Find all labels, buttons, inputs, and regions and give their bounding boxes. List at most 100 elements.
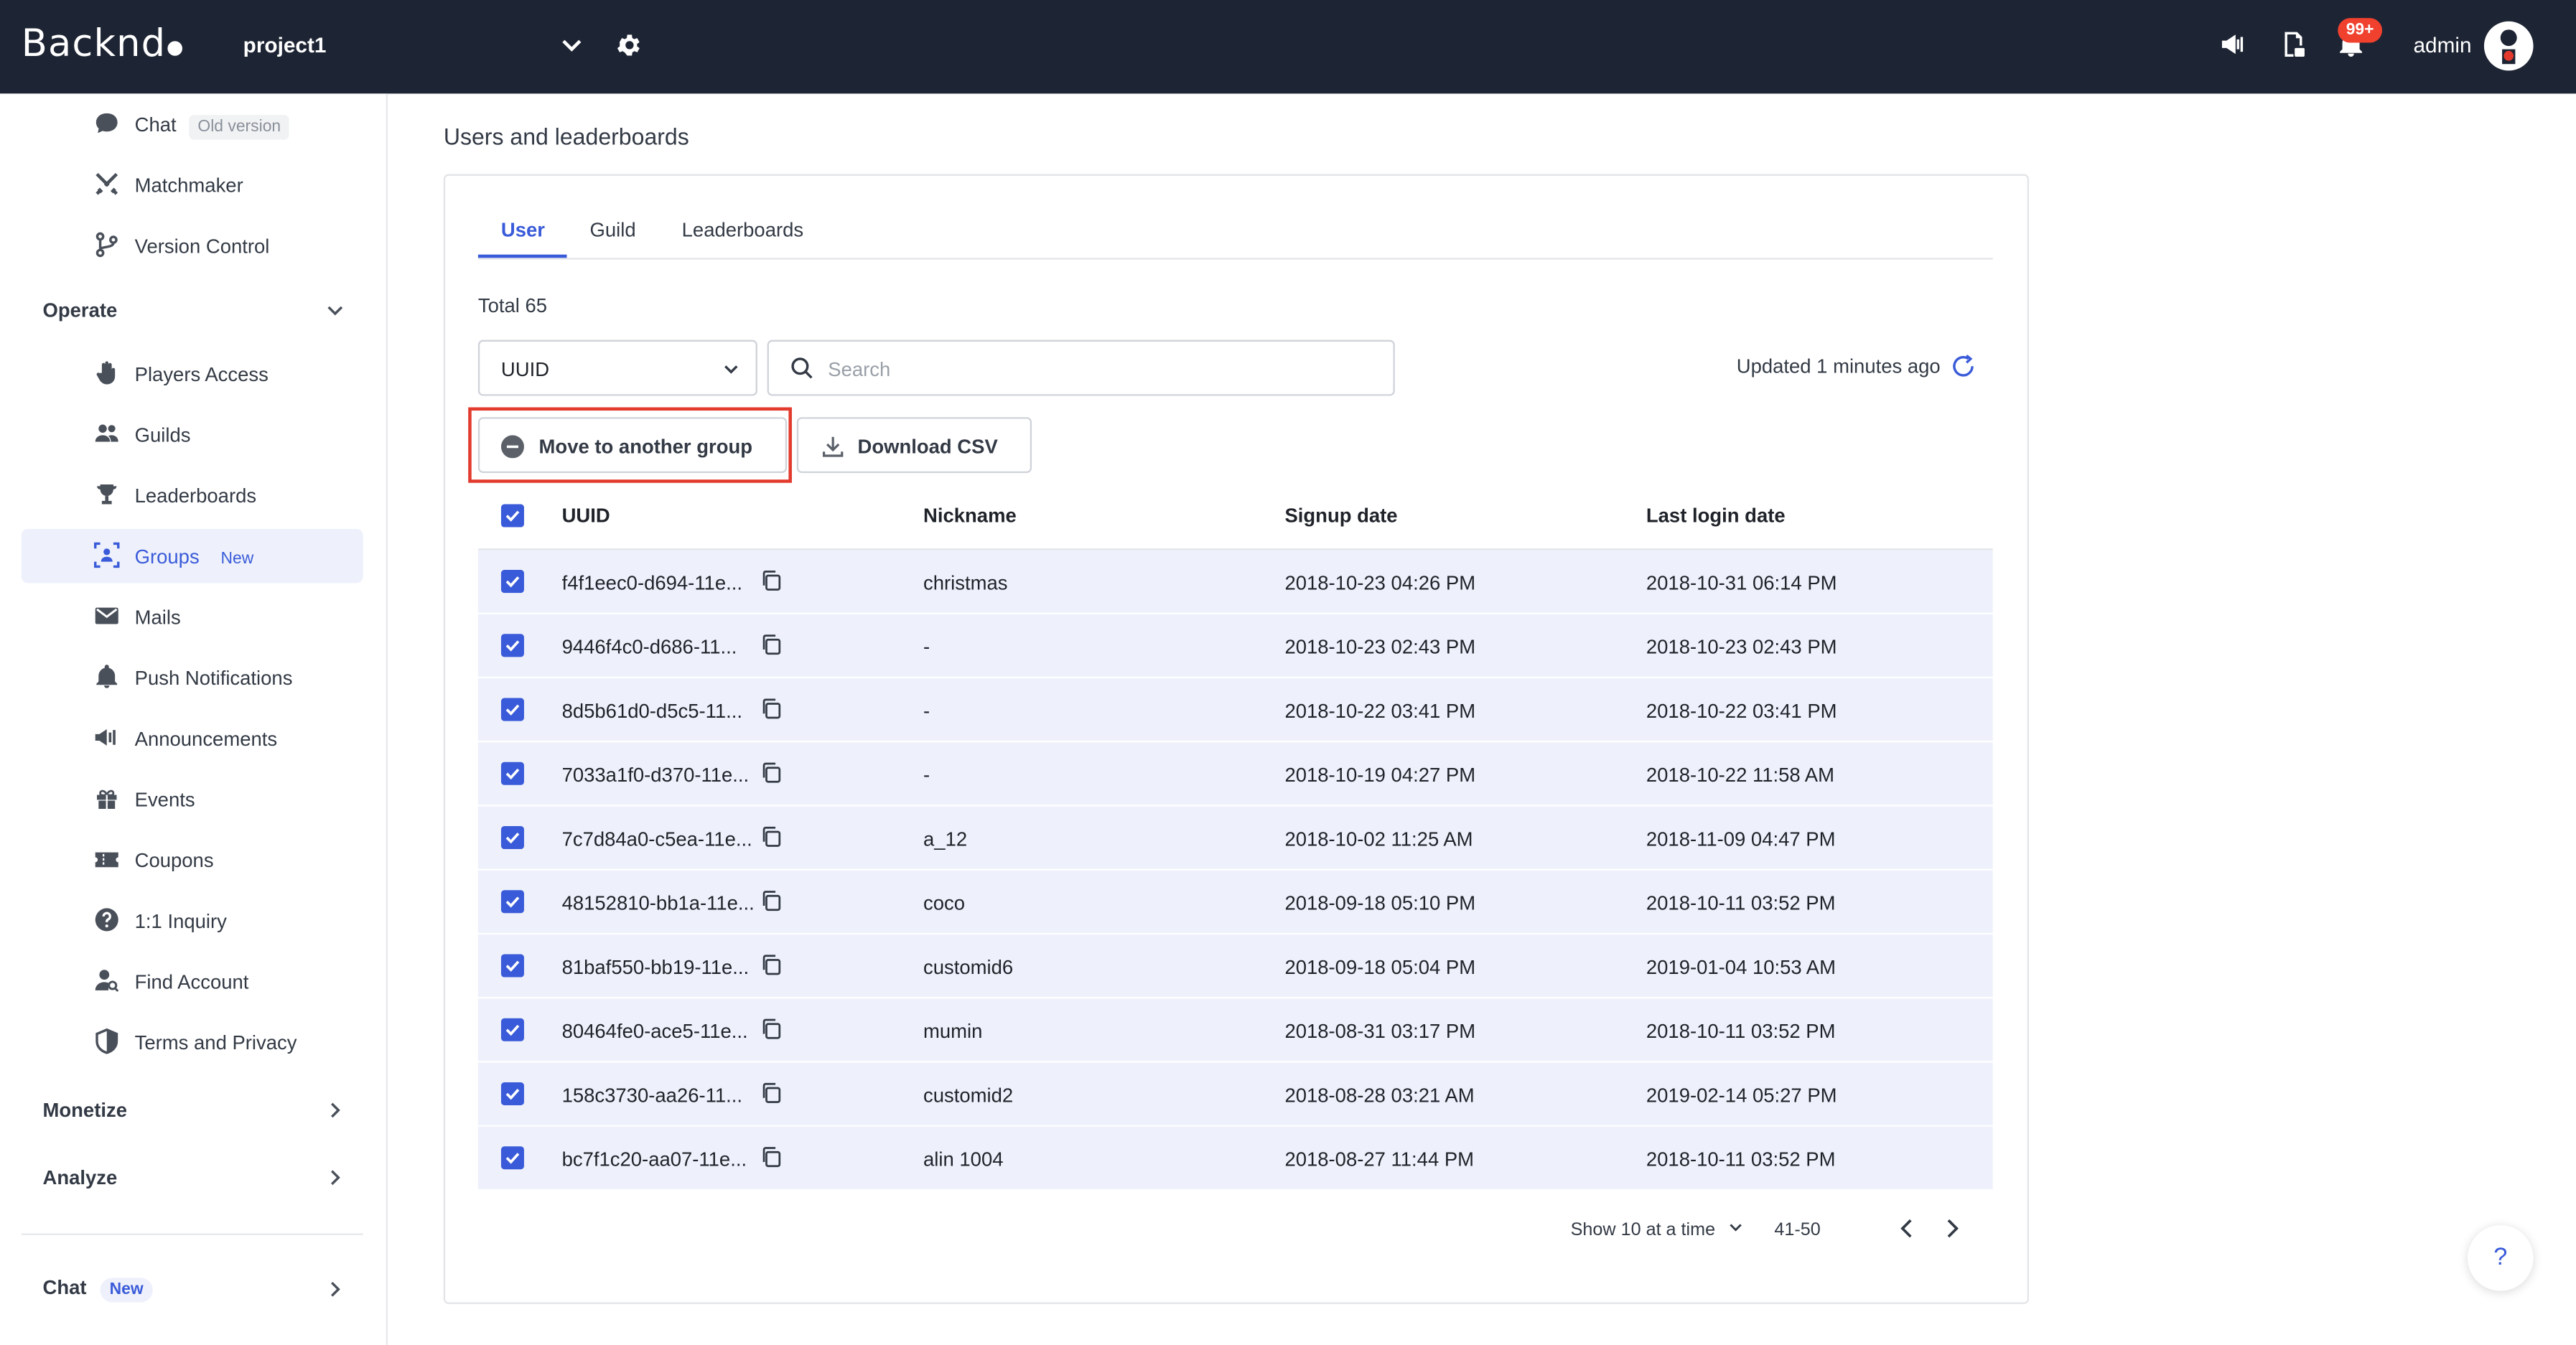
sidebar-item-events[interactable]: Events: [22, 772, 363, 827]
sidebar-item-label: Groups New: [135, 545, 262, 568]
copy-icon[interactable]: [760, 826, 782, 848]
sidebar-item-announcements[interactable]: Announcements: [22, 711, 363, 766]
cell-uuid: 158c3730-aa26-11...: [561, 1084, 743, 1107]
copy-icon[interactable]: [760, 762, 782, 784]
sidebar-item-guilds[interactable]: Guilds: [22, 407, 363, 461]
copy-icon[interactable]: [760, 890, 782, 911]
table-row[interactable]: bc7f1c20-aa07-11e... alin 1004 2018-08-27 …: [477, 1126, 1993, 1191]
cell-nickname: a_12: [923, 828, 968, 851]
tab-user[interactable]: User: [501, 218, 545, 241]
row-checkbox[interactable]: [500, 634, 524, 657]
table-row[interactable]: 8d5b61d0-d5c5-11... - 2018-10-22 03:41 PM 2…: [477, 678, 1993, 743]
sidebar-section-analyze[interactable]: Analyze: [42, 1166, 117, 1189]
cell-signup-date: 2018-09-18 05:04 PM: [1284, 955, 1476, 979]
chevron-right-icon[interactable]: [1940, 1217, 1963, 1240]
document-lock-icon[interactable]: [2279, 29, 2308, 59]
sidebar-item-coupons[interactable]: Coupons: [22, 833, 363, 887]
user-search-icon: [95, 970, 119, 993]
group-icon: [94, 542, 120, 568]
help-button[interactable]: ?: [2468, 1225, 2534, 1291]
search-input[interactable]: [824, 352, 1374, 386]
cell-last-login-date: 2018-10-11 03:52 PM: [1646, 1148, 1836, 1171]
shield-icon: [95, 1028, 118, 1054]
logo-dot: [167, 41, 183, 56]
total-count: Total 65: [477, 294, 548, 317]
checkmark-icon: [505, 1024, 520, 1036]
row-checkbox[interactable]: [500, 826, 524, 850]
table-row[interactable]: 48152810-bb1a-11e... coco 2018-09-18 05:10…: [477, 870, 1993, 935]
sidebar-item-version-control[interactable]: Version Control: [22, 218, 363, 273]
gear-icon[interactable]: [615, 31, 643, 59]
row-checkbox[interactable]: [500, 954, 524, 978]
row-checkbox[interactable]: [500, 761, 524, 785]
chevron-right-icon[interactable]: [325, 1168, 345, 1187]
copy-icon[interactable]: [760, 634, 782, 655]
table-row[interactable]: 7033a1f0-d370-11e... - 2018-10-19 04:27 PM…: [477, 742, 1993, 807]
download-csv-button[interactable]: Download CSV: [796, 417, 1032, 474]
megaphone-icon[interactable]: [2219, 29, 2249, 59]
chevron-right-icon[interactable]: [325, 1280, 345, 1299]
table-row[interactable]: 81baf550-bb19-11e... customid6 2018-09-18 …: [477, 934, 1993, 999]
row-checkbox[interactable]: [500, 698, 524, 721]
minus-circle-icon: [500, 435, 524, 459]
row-checkbox[interactable]: [500, 1018, 524, 1041]
sidebar-item-label: Version Control: [134, 234, 270, 258]
sidebar-item-matchmaker[interactable]: Matchmaker: [22, 158, 363, 212]
table-row[interactable]: 158c3730-aa26-11... customid2 2018-08-28 0…: [477, 1062, 1993, 1127]
sidebar-item-label: Events: [134, 787, 195, 811]
chevron-right-icon[interactable]: [325, 1100, 345, 1120]
sidebar-item-leaderboards[interactable]: Leaderboards: [22, 468, 363, 522]
cell-signup-date: 2018-10-19 04:27 PM: [1284, 764, 1476, 787]
table-header: UUID Nickname Signup date Last login dat…: [477, 483, 1993, 550]
copy-icon[interactable]: [760, 698, 782, 720]
refresh-icon[interactable]: [1950, 353, 1977, 380]
sidebar-section-operate[interactable]: Operate: [42, 299, 117, 322]
row-checkbox[interactable]: [500, 890, 524, 914]
sidebar-item-push-notifications[interactable]: Push Notifications: [22, 650, 363, 705]
search-field-select[interactable]: UUID: [477, 339, 757, 396]
project-name[interactable]: project1: [243, 33, 327, 57]
chevron-down-icon[interactable]: [325, 301, 345, 320]
row-checkbox[interactable]: [500, 1082, 524, 1106]
chevron-down-icon[interactable]: [560, 33, 583, 56]
chevron-left-icon[interactable]: [1896, 1217, 1919, 1240]
copy-icon[interactable]: [760, 570, 782, 591]
sidebar-item-terms-privacy[interactable]: Terms and Privacy: [22, 1015, 363, 1069]
row-checkbox[interactable]: [500, 570, 524, 594]
avatar[interactable]: [2483, 21, 2534, 71]
copy-icon[interactable]: [760, 1146, 782, 1168]
column-header-nickname[interactable]: Nickname: [923, 505, 1017, 528]
table-row[interactable]: f4f1eec0-d694-11e... christmas 2018-10-23 …: [477, 550, 1993, 614]
copy-icon[interactable]: [760, 955, 782, 976]
cell-signup-date: 2018-09-18 05:10 PM: [1284, 891, 1476, 915]
sidebar-item-players-access[interactable]: Players Access: [22, 347, 363, 401]
sidebar-item-label: Matchmaker: [134, 173, 243, 197]
cell-uuid: f4f1eec0-d694-11e...: [561, 571, 742, 595]
row-checkbox[interactable]: [500, 1146, 524, 1170]
column-header-last-login[interactable]: Last login date: [1646, 505, 1786, 528]
sidebar-item-mails[interactable]: Mails: [22, 589, 363, 644]
sidebar-section-monetize[interactable]: Monetize: [42, 1099, 126, 1122]
column-header-uuid[interactable]: UUID: [562, 505, 610, 528]
copy-icon[interactable]: [760, 1018, 782, 1040]
user-name[interactable]: admin: [2414, 33, 2472, 57]
sidebar-item-find-account[interactable]: Find Account: [22, 955, 363, 1009]
sidebar-section-chat[interactable]: Chat New: [42, 1276, 154, 1303]
table-row[interactable]: 80464fe0-ace5-11e... mumin 2018-08-31 03:1…: [477, 998, 1993, 1063]
tab-leaderboards[interactable]: Leaderboards: [682, 218, 803, 241]
chevron-down-icon: [724, 365, 738, 374]
table-row[interactable]: 7c7d84a0-c5ea-11e... a_12 2018-10-02 11:25…: [477, 806, 1993, 871]
tab-bar: User Guild Leaderboards: [477, 212, 1993, 260]
page-size-select[interactable]: Show 10 at a time: [1571, 1220, 1744, 1240]
table-row[interactable]: 9446f4c0-d686-11... - 2018-10-23 02:43 PM 2…: [477, 614, 1993, 679]
cell-nickname: alin 1004: [923, 1148, 1004, 1171]
column-header-signup[interactable]: Signup date: [1284, 505, 1397, 528]
copy-icon[interactable]: [760, 1082, 782, 1104]
sidebar-item-chat-old[interactable]: Chat Old version: [22, 97, 363, 151]
tab-guild[interactable]: Guild: [589, 218, 635, 241]
select-all-checkbox[interactable]: [500, 504, 524, 528]
logo[interactable]: Backnd: [22, 23, 183, 66]
sidebar-item-groups[interactable]: Groups New: [21, 528, 363, 584]
sidebar-item-inquiry[interactable]: 1:1 Inquiry: [22, 894, 363, 948]
move-to-group-button[interactable]: Move to another group: [477, 417, 788, 474]
